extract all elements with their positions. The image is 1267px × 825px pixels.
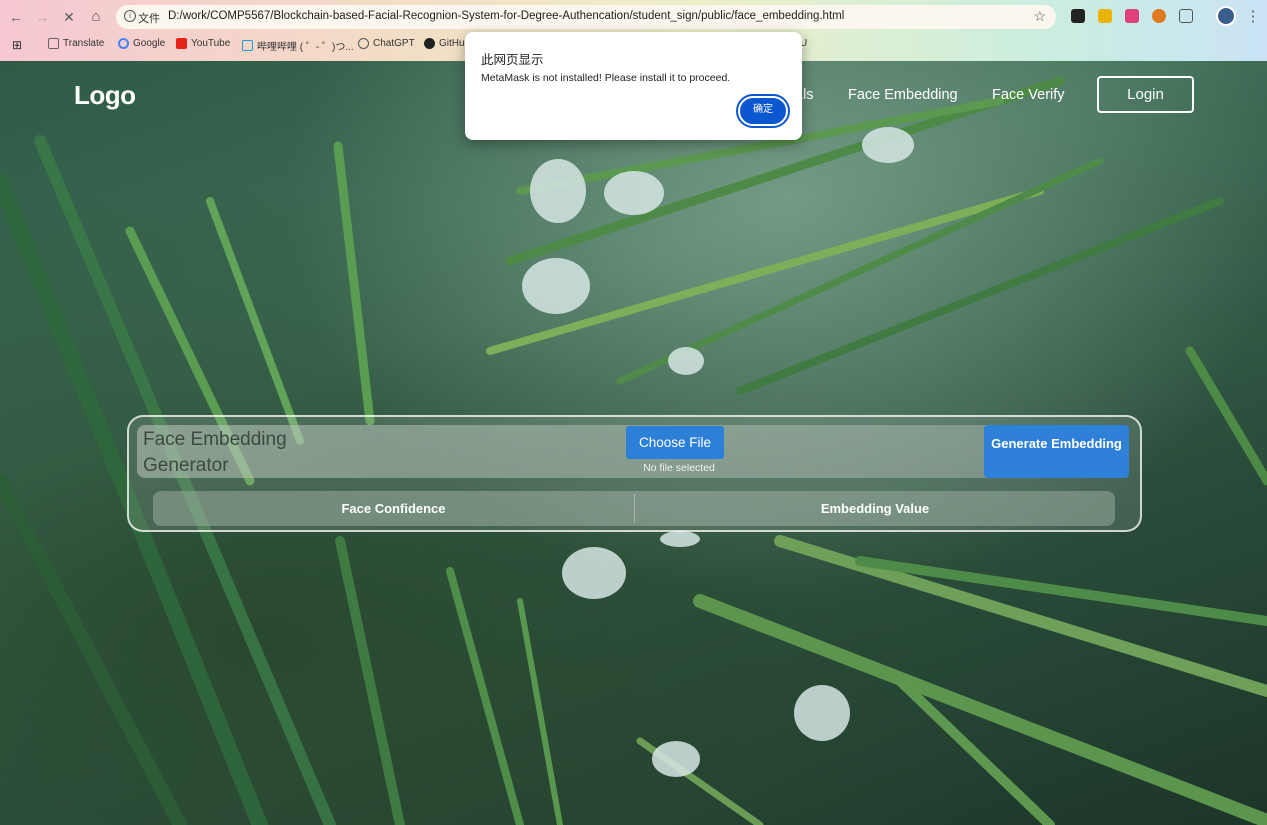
bookmark-label: Google [133, 38, 166, 49]
generator-toolbar: Face Embedding Generator Choose File No … [137, 425, 1129, 478]
stop-loading-icon[interactable]: ✕ [60, 8, 78, 26]
bookmark-label: Translate [63, 38, 105, 49]
nav-link-face-embedding[interactable]: Face Embedding [848, 87, 958, 103]
bookmark-label: GitHu [439, 38, 465, 49]
back-icon[interactable]: ← [7, 8, 25, 26]
alert-dialog: 此网页显示 MetaMask is not installed! Please … [465, 32, 802, 140]
choose-file-button[interactable]: Choose File [626, 426, 724, 459]
browser-menu-icon[interactable]: ⋮ [1244, 8, 1262, 26]
address-bar[interactable]: i 文件 D:/work/COMP5567/Blockchain-based-F… [116, 5, 1056, 29]
bookmark-translate[interactable]: Translate [48, 38, 104, 49]
address-url[interactable]: D:/work/COMP5567/Blockchain-based-Facial… [168, 10, 844, 22]
folder-icon [48, 38, 59, 49]
profile-avatar[interactable] [1216, 6, 1236, 26]
bilibili-icon [242, 40, 253, 51]
site-info-icon[interactable]: i [124, 10, 136, 22]
google-icon [118, 38, 129, 49]
extension-folder-icon[interactable] [1098, 9, 1112, 23]
extension-pink-icon[interactable] [1125, 9, 1139, 23]
site-logo[interactable]: Logo [74, 80, 136, 111]
results-header: Face Confidence Embedding Value [153, 491, 1115, 526]
bookmark-label: ChatGPT [373, 38, 415, 49]
generator-title: Face Embedding Generator [143, 429, 287, 476]
file-status-text: No file selected [643, 462, 715, 474]
nav-link-face-verify[interactable]: Face Verify [992, 87, 1065, 103]
extensions-puzzle-icon[interactable] [1179, 9, 1193, 23]
bookmark-youtube[interactable]: YouTube [176, 38, 230, 49]
metamask-fox-icon[interactable] [1152, 9, 1166, 23]
home-icon[interactable]: ⌂ [87, 8, 105, 26]
github-icon [424, 38, 435, 49]
alert-message: MetaMask is not installed! Please instal… [481, 72, 731, 84]
forward-icon[interactable]: → [33, 8, 51, 26]
extension-ghost-icon[interactable] [1071, 9, 1085, 23]
youtube-icon [176, 38, 187, 49]
face-confidence-column: Face Confidence [341, 501, 446, 516]
bookmark-chatgpt[interactable]: ChatGPT [358, 38, 415, 49]
address-scheme-label: 文件 [138, 13, 160, 25]
bookmark-star-icon[interactable]: ☆ [1033, 8, 1046, 25]
bookmark-google[interactable]: Google [118, 38, 165, 49]
apps-grid-icon[interactable]: ⊞ [12, 38, 22, 52]
generate-embedding-button[interactable]: Generate Embedding [984, 425, 1129, 478]
alert-ok-button[interactable]: 确定 [736, 94, 790, 128]
bookmark-label: YouTube [191, 38, 231, 49]
embedding-value-column: Embedding Value [820, 501, 930, 516]
chatgpt-icon [358, 38, 369, 49]
bookmark-github[interactable]: GitHu [424, 38, 465, 49]
face-embedding-card: Face Embedding Generator Choose File No … [127, 415, 1142, 532]
bookmark-label: 哔哩哔哩 ( ゜- ゜)つ... [257, 42, 354, 53]
bookmark-bilibili[interactable]: 哔哩哔哩 ( ゜- ゜)つ... [242, 38, 354, 53]
page-viewport: Logo als Face Embedding Face Verify Logi… [0, 61, 1267, 825]
login-button[interactable]: Login [1097, 76, 1194, 113]
alert-title: 此网页显示 [481, 53, 544, 67]
